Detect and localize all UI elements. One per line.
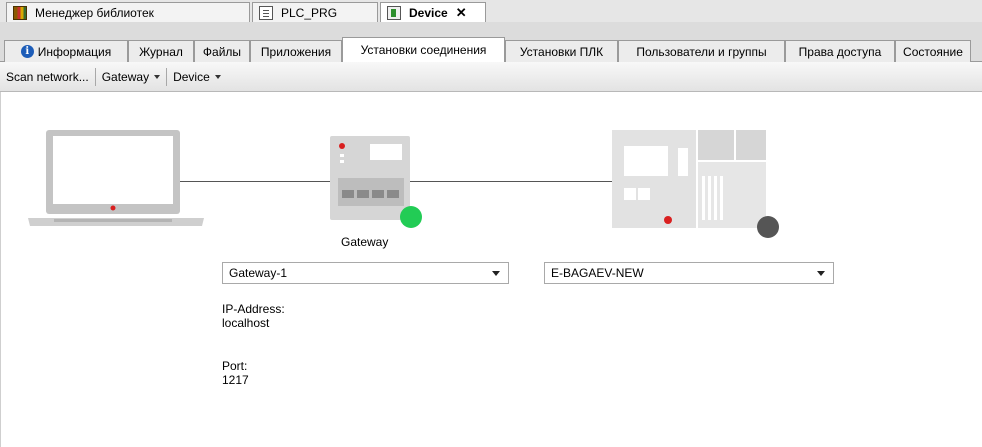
- device-select[interactable]: E-BAGAEV-NEW: [544, 262, 834, 284]
- tab-label: Состояние: [903, 44, 963, 59]
- ip-address-value: localhost: [222, 316, 270, 330]
- tab-label: Установки ПЛК: [519, 44, 604, 59]
- tab-label: Права доступа: [798, 44, 882, 59]
- button-label: Device: [173, 69, 210, 84]
- tab-label: Журнал: [139, 44, 183, 59]
- port-label: Port:: [222, 359, 248, 373]
- property-tab-bar-bg: [0, 22, 982, 38]
- tab-label: Установки соединения: [360, 43, 487, 57]
- info-icon: i: [20, 45, 34, 58]
- laptop-icon: [28, 130, 204, 226]
- device-menu-button[interactable]: Device: [167, 66, 227, 88]
- button-label: Gateway: [101, 69, 150, 84]
- tab-label: Приложения: [260, 44, 332, 59]
- tab-files[interactable]: Файлы: [194, 40, 250, 62]
- library-icon: [13, 5, 27, 20]
- gateway-status-indicator: [400, 206, 422, 228]
- button-label: Scan network...: [6, 69, 89, 84]
- tab-device[interactable]: Device ✕: [380, 2, 486, 23]
- tab-log[interactable]: Журнал: [128, 40, 194, 62]
- device-select-value: E-BAGAEV-NEW: [551, 266, 644, 280]
- tab-label: Device: [409, 6, 448, 20]
- tab-label: Файлы: [202, 44, 242, 59]
- chevron-down-icon: [492, 271, 500, 276]
- tab-label: Менеджер библиотек: [35, 5, 154, 20]
- port-value: 1217: [222, 373, 249, 387]
- chevron-down-icon: [154, 74, 161, 79]
- gateway-menu-button[interactable]: Gateway: [96, 66, 166, 88]
- tab-users-groups[interactable]: Пользователи и группы: [618, 40, 785, 62]
- tab-communication-settings[interactable]: Установки соединения: [342, 37, 505, 62]
- gateway-select[interactable]: Gateway-1: [222, 262, 509, 284]
- tab-status[interactable]: Состояние: [895, 40, 971, 62]
- tab-plc-prg[interactable]: PLC_PRG: [252, 2, 378, 22]
- toolbar: Scan network... Gateway Device: [0, 62, 982, 92]
- close-icon[interactable]: ✕: [456, 5, 467, 21]
- device-status-indicator: [757, 216, 779, 238]
- tab-applications[interactable]: Приложения: [250, 40, 342, 62]
- tab-plc-settings[interactable]: Установки ПЛК: [505, 40, 618, 62]
- chevron-down-icon: [817, 271, 825, 276]
- gateway-select-value: Gateway-1: [229, 266, 288, 280]
- gateway-caption: Gateway: [341, 235, 389, 249]
- plc-device-icon: [612, 130, 766, 228]
- tab-information[interactable]: i Информация: [4, 40, 128, 62]
- tab-label: Информация: [37, 44, 112, 59]
- tab-library-manager[interactable]: Менеджер библиотек: [6, 2, 250, 22]
- device-icon: [387, 6, 401, 20]
- tab-label: Пользователи и группы: [636, 44, 767, 59]
- connection-line: [410, 181, 617, 182]
- tab-access-rights[interactable]: Права доступа: [785, 40, 895, 62]
- scan-network-button[interactable]: Scan network...: [0, 66, 95, 88]
- program-icon: [259, 5, 273, 20]
- tab-label: PLC_PRG: [281, 5, 338, 20]
- chevron-down-icon: [214, 74, 221, 79]
- ip-address-label: IP-Address:: [222, 302, 285, 316]
